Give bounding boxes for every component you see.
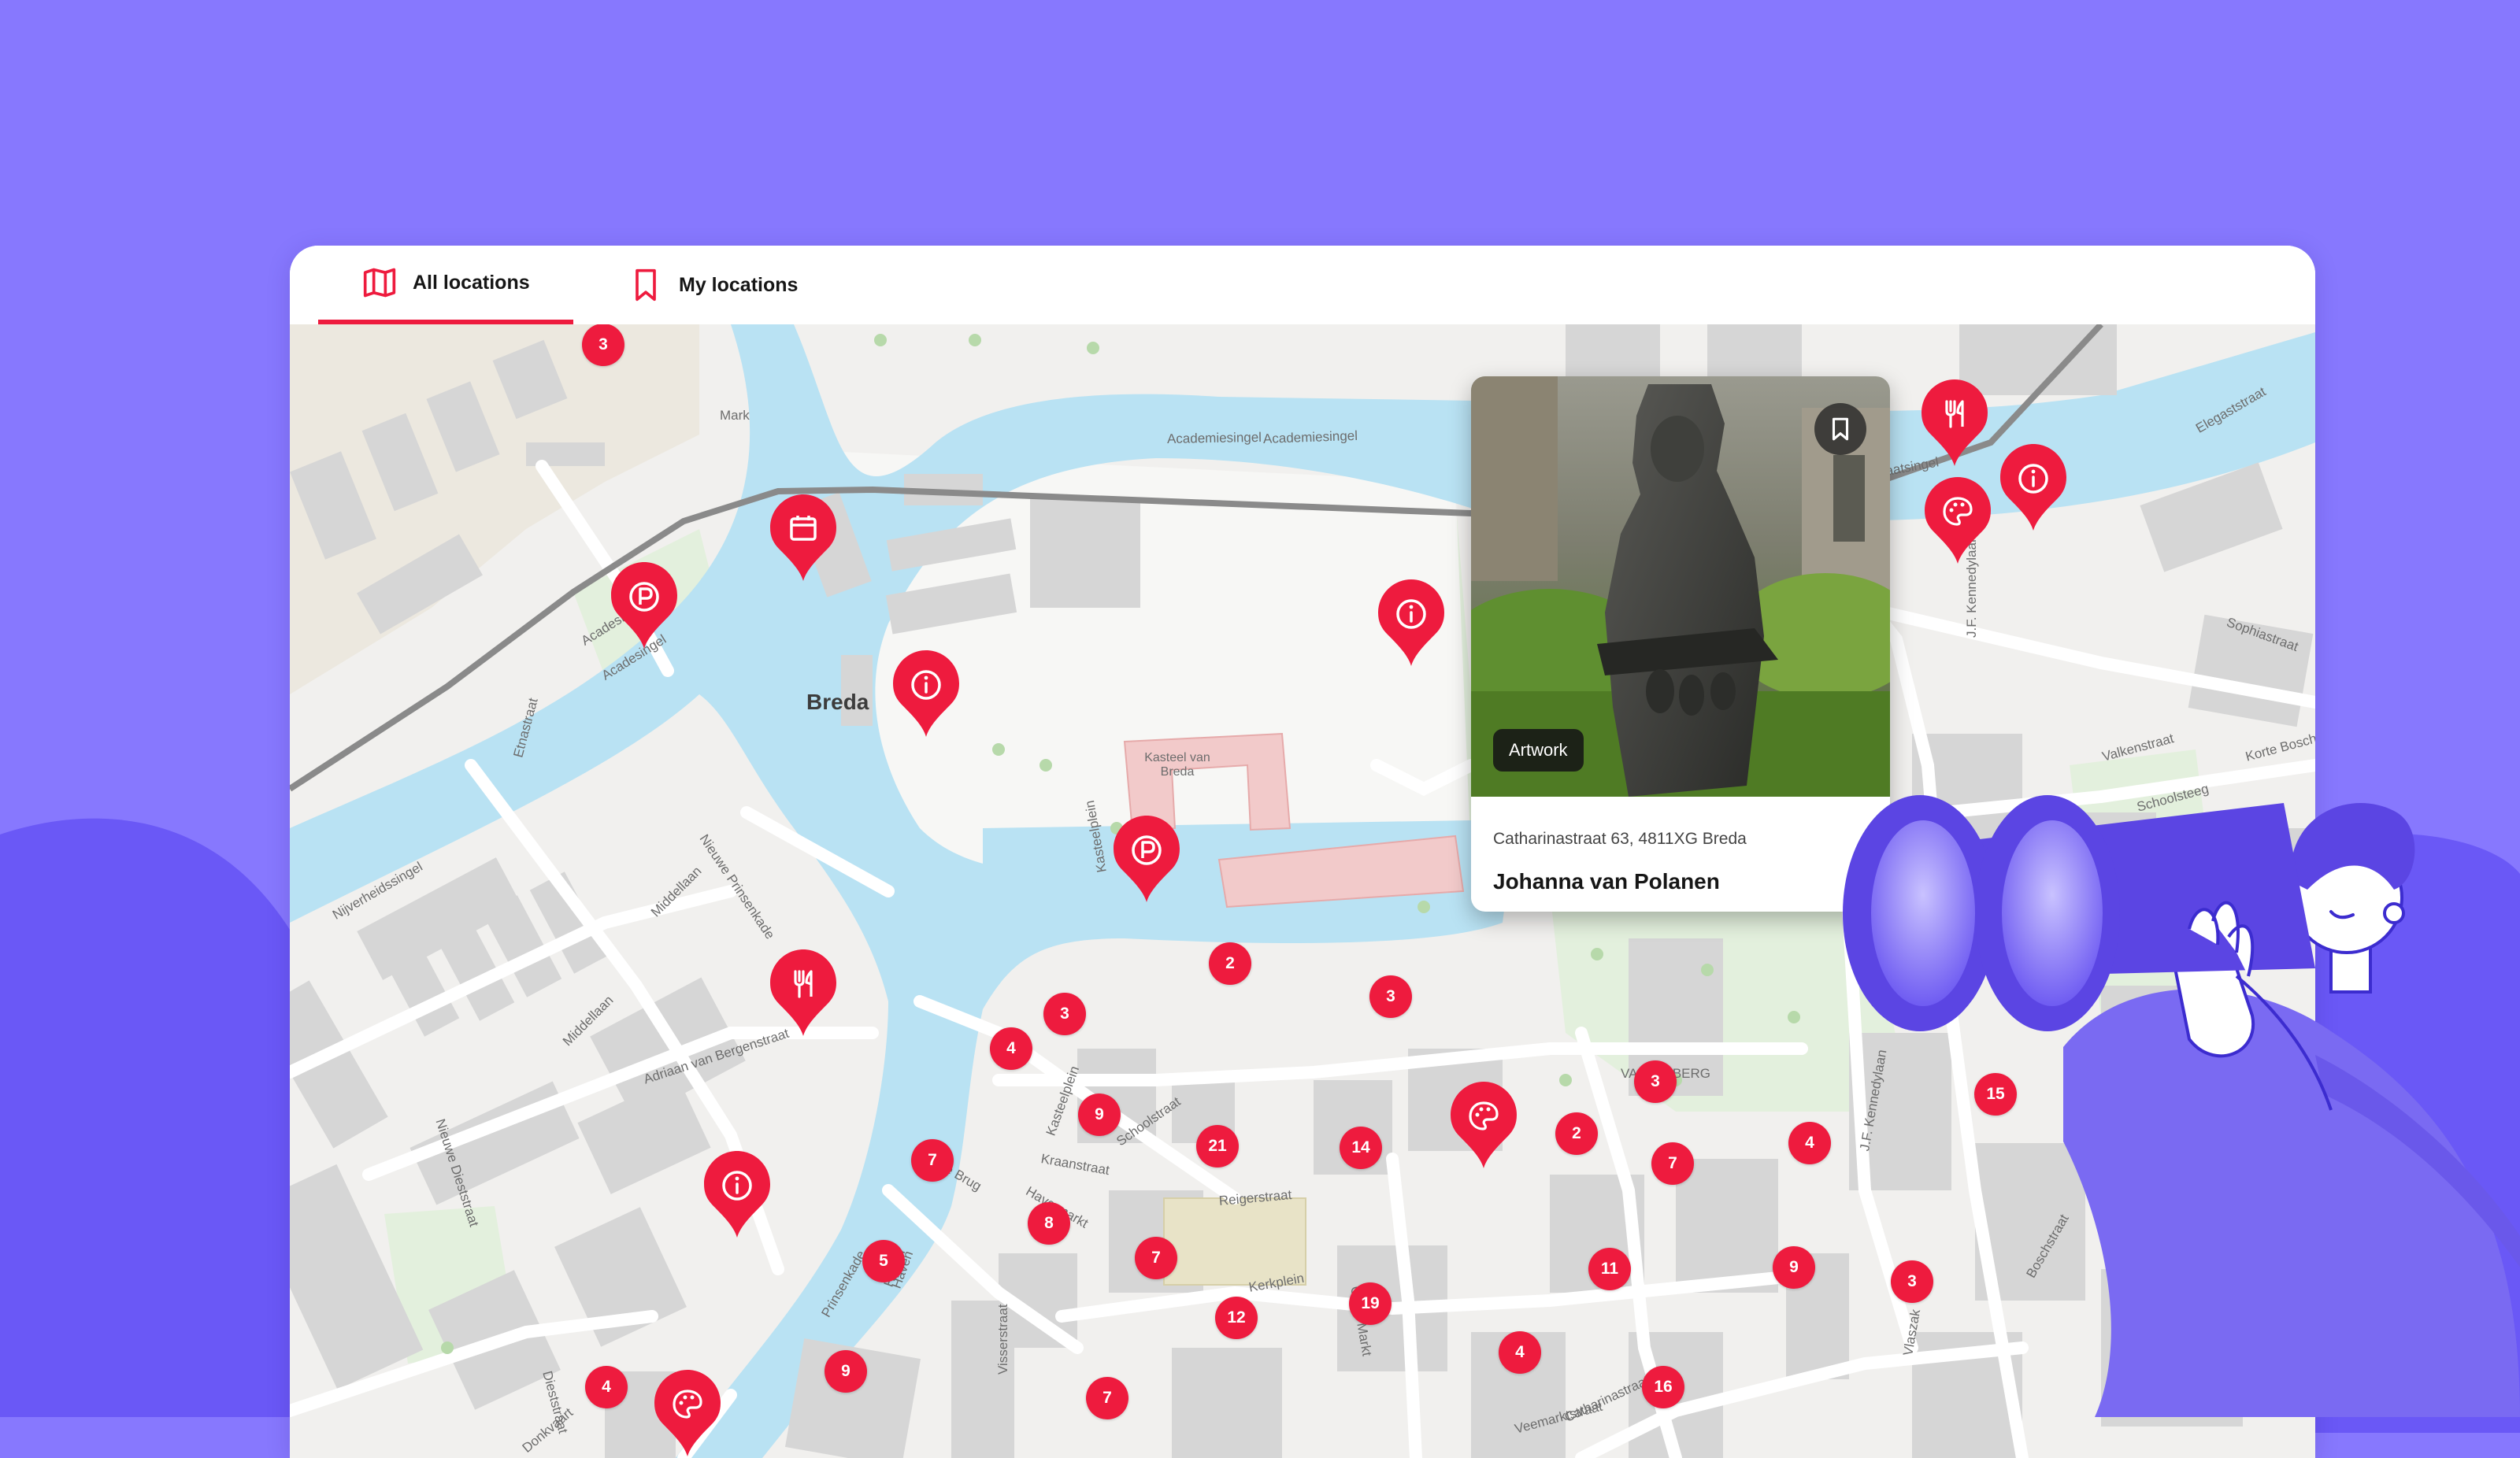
cluster-marker[interactable]: 4 xyxy=(1499,1331,1541,1374)
bookmark-icon xyxy=(628,268,663,302)
cluster-marker[interactable]: 5 xyxy=(862,1240,905,1282)
location-address: Catharinastraat 63, 4811XG Breda xyxy=(1493,830,1747,848)
cluster-marker[interactable]: 9 xyxy=(825,1350,867,1393)
cluster-marker[interactable]: 3 xyxy=(1634,1060,1677,1103)
save-location-button[interactable] xyxy=(1814,403,1866,455)
cluster-marker[interactable]: 4 xyxy=(990,1027,1032,1070)
map-icon xyxy=(362,265,397,300)
tab-my-locations-label: My locations xyxy=(679,273,799,296)
tab-bar: All locations My locations xyxy=(290,246,2315,324)
cluster-marker[interactable]: 16 xyxy=(1642,1366,1684,1408)
cluster-marker[interactable]: 3 xyxy=(1043,993,1086,1035)
street-label: Mark xyxy=(720,408,750,423)
street-label: Academiesingel xyxy=(1166,429,1262,446)
street-label: Visserstraat xyxy=(995,1304,1010,1375)
map-pin[interactable] xyxy=(1925,477,1991,565)
cluster-marker[interactable]: 8 xyxy=(1028,1202,1070,1245)
tab-all-locations[interactable]: All locations xyxy=(318,246,573,324)
map-pin[interactable] xyxy=(654,1370,721,1458)
tab-my-locations[interactable]: My locations xyxy=(621,246,810,324)
tab-all-locations-label: All locations xyxy=(413,271,530,294)
cluster-marker[interactable]: 12 xyxy=(1215,1297,1258,1339)
binoculars-character-illustration xyxy=(1843,795,2520,1417)
map-pin[interactable] xyxy=(704,1151,770,1239)
cluster-marker[interactable]: 11 xyxy=(1588,1248,1631,1290)
map-pin[interactable] xyxy=(893,650,959,738)
cluster-marker[interactable]: 9 xyxy=(1773,1246,1815,1289)
left-background-blob xyxy=(0,818,331,1417)
street-label: Academiesingel xyxy=(1262,427,1358,446)
place-label-breda: Breda xyxy=(806,690,869,714)
map-pin[interactable] xyxy=(1922,379,1988,468)
cluster-marker[interactable]: 7 xyxy=(911,1139,954,1182)
map-pin[interactable] xyxy=(770,494,836,583)
map-pin[interactable] xyxy=(1451,1082,1517,1170)
location-type-badge: Artwork xyxy=(1493,729,1584,772)
map-pin[interactable] xyxy=(1114,816,1180,904)
castle-label: Kasteel van Breda xyxy=(1144,751,1210,779)
location-popup[interactable]: Artwork Catharinastraat 63, 4811XG Breda… xyxy=(1471,376,1890,912)
cluster-marker[interactable]: 7 xyxy=(1651,1142,1694,1185)
cluster-marker[interactable]: 4 xyxy=(585,1366,628,1408)
cluster-marker[interactable]: 19 xyxy=(1349,1282,1392,1325)
cluster-marker[interactable]: 2 xyxy=(1555,1112,1598,1155)
location-title: Johanna van Polanen xyxy=(1493,869,1720,894)
cluster-marker[interactable]: 3 xyxy=(582,324,624,366)
map-pin[interactable] xyxy=(2000,444,2066,532)
map-pin[interactable] xyxy=(1378,579,1444,668)
cluster-marker[interactable]: 4 xyxy=(1788,1122,1831,1164)
cluster-marker[interactable]: 2 xyxy=(1209,942,1251,985)
cluster-marker[interactable]: 9 xyxy=(1078,1094,1121,1136)
bookmark-icon xyxy=(1827,416,1854,442)
map-pin[interactable] xyxy=(611,562,677,650)
cluster-marker[interactable]: 21 xyxy=(1196,1125,1239,1168)
cluster-marker[interactable]: 7 xyxy=(1135,1237,1177,1279)
cluster-marker[interactable]: 14 xyxy=(1340,1127,1382,1169)
cluster-marker[interactable]: 3 xyxy=(1369,975,1412,1018)
cluster-marker[interactable]: 7 xyxy=(1086,1377,1128,1419)
map-pin[interactable] xyxy=(770,949,836,1038)
